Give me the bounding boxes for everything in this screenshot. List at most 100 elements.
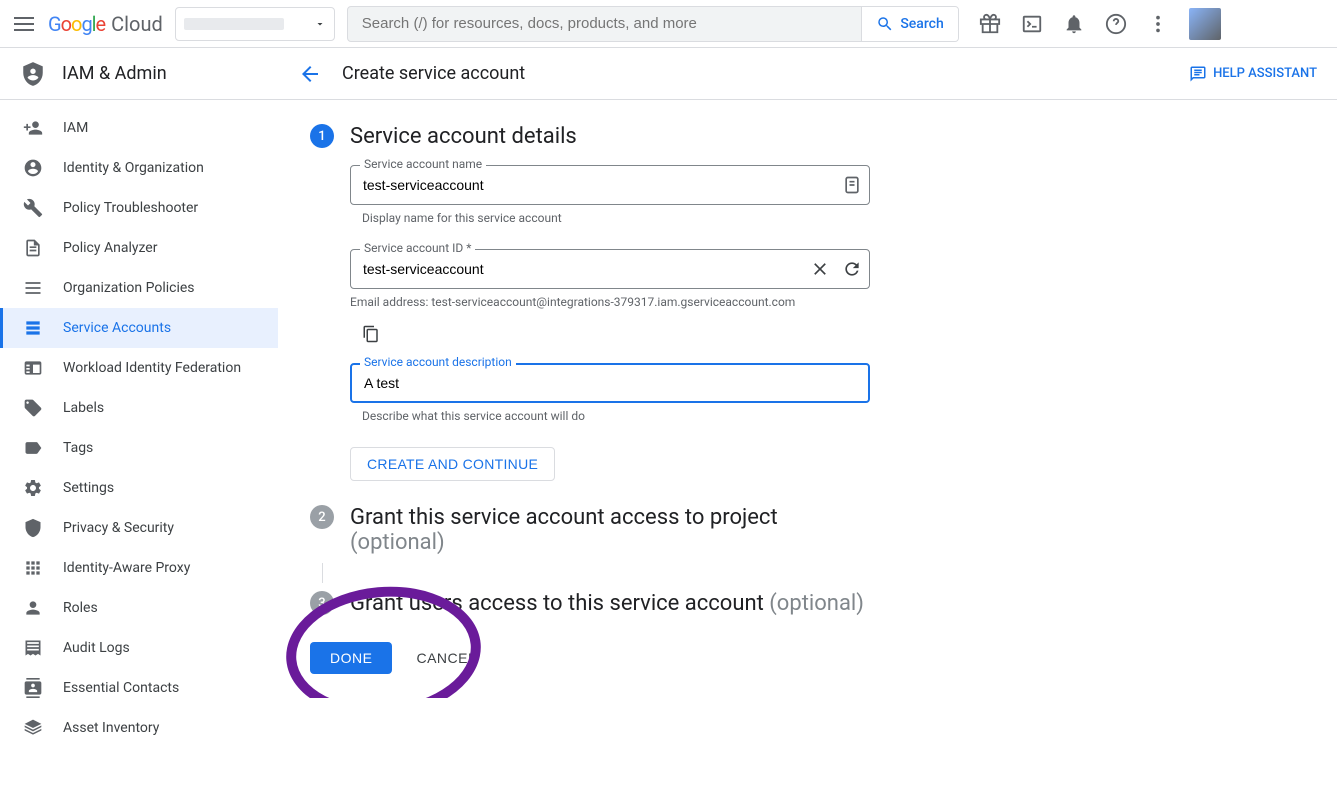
gift-icon[interactable] (979, 13, 1001, 35)
sidebar-item-label: Identity-Aware Proxy (63, 560, 190, 576)
grid-icon (23, 558, 43, 578)
contact-icon[interactable] (842, 175, 862, 195)
help-icon[interactable] (1105, 13, 1127, 35)
email-helper: Email address: test-serviceaccount@integ… (350, 295, 870, 309)
copy-icon[interactable] (362, 325, 380, 343)
page-header: Create service account HELP ASSISTANT (278, 48, 1337, 100)
step-connector (322, 563, 323, 583)
sidebar-item-workload-identity[interactable]: Workload Identity Federation (0, 348, 278, 388)
cancel-button[interactable]: CANCEL (416, 650, 476, 666)
create-continue-button[interactable]: CREATE AND CONTINUE (350, 447, 555, 481)
sidebar-item-audit-logs[interactable]: Audit Logs (0, 628, 278, 668)
list-icon (23, 278, 43, 298)
main-content: Create service account HELP ASSISTANT 1 … (278, 48, 1337, 791)
badge-icon (23, 358, 43, 378)
sidebar-item-labels[interactable]: Labels (0, 388, 278, 428)
wrench-icon (23, 198, 43, 218)
sidebar-item-label: Audit Logs (63, 640, 130, 656)
sidebar-item-privacy-security[interactable]: Privacy & Security (0, 508, 278, 548)
cloud-shell-icon[interactable] (1021, 13, 1043, 35)
sidebar-item-iam[interactable]: IAM (0, 108, 278, 148)
action-buttons: DONE CANCEL (310, 642, 476, 674)
step-2-header[interactable]: 2 Grant this service account access to p… (310, 505, 1313, 555)
sidebar-item-tags[interactable]: Tags (0, 428, 278, 468)
step-1-badge: 1 (310, 124, 334, 148)
sidebar-item-label: Essential Contacts (63, 680, 179, 696)
sidebar-item-label: Roles (63, 600, 98, 616)
step-3-header[interactable]: 3 Grant users access to this service acc… (310, 591, 1313, 616)
sidebar-item-settings[interactable]: Settings (0, 468, 278, 508)
project-selector[interactable] (175, 7, 335, 41)
clear-icon[interactable] (810, 259, 830, 279)
sidebar-item-policy-analyzer[interactable]: Policy Analyzer (0, 228, 278, 268)
dropdown-icon (314, 18, 326, 30)
tag-icon (23, 398, 43, 418)
service-account-icon (23, 318, 43, 338)
notifications-icon[interactable] (1063, 13, 1085, 35)
form-section: Service account name Display name for th… (350, 165, 870, 481)
document-icon (23, 238, 43, 258)
search-button[interactable]: Search (861, 7, 957, 41)
sidebar-item-label: Service Accounts (63, 320, 171, 336)
sidebar-item-label: Identity & Organization (63, 160, 204, 176)
shield-icon (23, 518, 43, 538)
sidebar-item-roles[interactable]: Roles (0, 588, 278, 628)
help-assistant-button[interactable]: HELP ASSISTANT (1189, 65, 1317, 83)
sidebar-item-label: Labels (63, 400, 104, 416)
help-assistant-label: HELP ASSISTANT (1213, 66, 1317, 81)
contacts-icon (23, 678, 43, 698)
cloud-text: Cloud (111, 12, 163, 36)
search-input[interactable] (348, 7, 862, 41)
step-3-title: Grant users access to this service accou… (350, 591, 864, 616)
id-field: Service account ID * (350, 249, 870, 289)
person-add-icon (23, 118, 43, 138)
sidebar-item-label: Workload Identity Federation (63, 360, 241, 376)
step-1-header: 1 Service account details (310, 124, 1313, 149)
id-input[interactable] (350, 249, 870, 289)
name-helper: Display name for this service account (362, 211, 870, 225)
sidebar-item-label: Policy Analyzer (63, 240, 157, 256)
refresh-icon[interactable] (842, 259, 862, 279)
left-column: IAM & Admin IAM Identity & Organization … (0, 48, 278, 791)
description-label: Service account description (360, 355, 516, 369)
content-area: 1 Service account details Service accoun… (278, 100, 1337, 698)
section-header: IAM & Admin (0, 48, 278, 100)
person-icon (23, 598, 43, 618)
menu-icon[interactable] (12, 12, 36, 36)
section-title: IAM & Admin (62, 63, 167, 84)
search-bar: Search (347, 6, 959, 42)
page-title: Create service account (342, 63, 525, 84)
google-cloud-logo[interactable]: Google Cloud (48, 12, 163, 36)
done-button[interactable]: DONE (310, 642, 392, 674)
layers-icon (23, 718, 43, 738)
gear-icon (23, 478, 43, 498)
sidebar-item-policy-troubleshooter[interactable]: Policy Troubleshooter (0, 188, 278, 228)
sidebar-item-org-policies[interactable]: Organization Policies (0, 268, 278, 308)
sidebar-item-essential-contacts[interactable]: Essential Contacts (0, 668, 278, 708)
top-bar: Google Cloud Search (0, 0, 1337, 48)
sidebar-item-identity-org[interactable]: Identity & Organization (0, 148, 278, 188)
sidebar-item-asset-inventory[interactable]: Asset Inventory (0, 708, 278, 748)
user-avatar[interactable] (1189, 8, 1221, 40)
back-arrow-icon[interactable] (298, 62, 322, 86)
name-input[interactable] (350, 165, 870, 205)
step-2-badge: 2 (310, 505, 334, 529)
sidebar-item-label: Tags (63, 440, 93, 456)
sidebar-item-label: Settings (63, 480, 114, 496)
sidebar-item-label: Privacy & Security (63, 520, 174, 536)
receipt-icon (23, 638, 43, 658)
sidebar-item-label: Organization Policies (63, 280, 195, 296)
more-icon[interactable] (1147, 13, 1169, 35)
id-label: Service account ID * (360, 241, 475, 255)
description-input[interactable] (350, 363, 870, 403)
name-field: Service account name (350, 165, 870, 205)
step-3-badge: 3 (310, 591, 334, 615)
search-icon (876, 15, 894, 33)
sidebar: IAM Identity & Organization Policy Troub… (0, 100, 278, 791)
sidebar-item-service-accounts[interactable]: Service Accounts (0, 308, 278, 348)
chat-icon (1189, 65, 1207, 83)
account-circle-icon (23, 158, 43, 178)
step-2-optional: (optional) (350, 530, 445, 555)
label-icon (23, 438, 43, 458)
sidebar-item-iap[interactable]: Identity-Aware Proxy (0, 548, 278, 588)
